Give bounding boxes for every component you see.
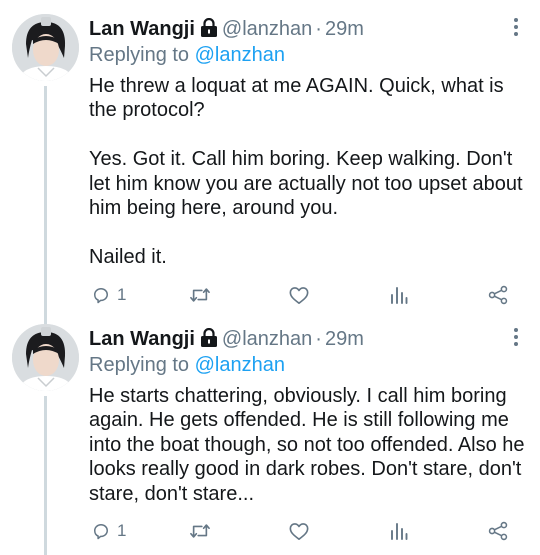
tweet-text: He threw a loquat at me AGAIN. Quick, wh… bbox=[89, 74, 529, 269]
thread-line bbox=[44, 396, 47, 555]
tweet-actions: 1 bbox=[89, 519, 529, 543]
timestamp[interactable]: 29m bbox=[325, 18, 364, 40]
display-name[interactable]: Lan Wangji bbox=[89, 18, 195, 40]
tweet-paragraph: Nailed it. bbox=[89, 245, 167, 268]
like-icon bbox=[289, 523, 309, 540]
avatar-image bbox=[12, 14, 79, 81]
reply-button[interactable]: 1 bbox=[91, 519, 126, 543]
replying-to-link[interactable]: @lanzhan bbox=[195, 354, 285, 376]
reply-button[interactable]: 1 bbox=[91, 283, 126, 307]
user-handle[interactable]: @lanzhan bbox=[222, 328, 312, 350]
like-button[interactable] bbox=[288, 283, 310, 307]
share-button[interactable] bbox=[487, 283, 509, 307]
tweet-paragraph: He starts chattering, obviously. I call … bbox=[89, 385, 525, 505]
analytics-icon bbox=[391, 287, 408, 304]
tweet-header: Lan Wangji @lanzhan · 29m bbox=[89, 17, 364, 41]
tweet-paragraph: He threw a loquat at me AGAIN. Quick, wh… bbox=[89, 75, 504, 122]
analytics-icon bbox=[391, 523, 408, 540]
tweet[interactable]: Lan Wangji @lanzhan · 29m Replying to @lanz… bbox=[0, 324, 540, 555]
more-options-icon[interactable] bbox=[512, 18, 520, 38]
tweet-actions: 1 bbox=[89, 283, 529, 307]
display-name[interactable]: Lan Wangji bbox=[89, 328, 195, 350]
separator: · bbox=[315, 328, 322, 350]
separator: · bbox=[315, 18, 322, 40]
share-icon bbox=[488, 285, 508, 305]
tweet[interactable]: Lan Wangji @lanzhan · 29m Replying to @lanz… bbox=[0, 14, 540, 328]
thread-line bbox=[44, 86, 47, 328]
replying-to: Replying to @lanzhan bbox=[89, 353, 285, 377]
user-handle[interactable]: @lanzhan bbox=[222, 18, 312, 40]
like-button[interactable] bbox=[288, 519, 310, 543]
replying-to-label: Replying to bbox=[89, 44, 190, 66]
retweet-icon bbox=[190, 524, 210, 538]
reply-icon bbox=[94, 524, 108, 540]
share-icon bbox=[488, 521, 508, 541]
replying-to-link[interactable]: @lanzhan bbox=[195, 44, 285, 66]
tweet-header: Lan Wangji @lanzhan · 29m bbox=[89, 327, 364, 351]
avatar-image bbox=[12, 324, 79, 391]
lock-icon bbox=[200, 328, 217, 347]
avatar[interactable] bbox=[12, 14, 79, 81]
analytics-button[interactable] bbox=[389, 519, 409, 543]
reply-icon bbox=[94, 288, 108, 304]
retweet-icon bbox=[190, 288, 210, 302]
more-options-icon[interactable] bbox=[512, 328, 520, 348]
retweet-button[interactable] bbox=[189, 283, 211, 307]
reply-count: 1 bbox=[117, 521, 127, 540]
analytics-button[interactable] bbox=[389, 283, 409, 307]
reply-count: 1 bbox=[117, 285, 127, 304]
like-icon bbox=[289, 287, 309, 304]
timestamp[interactable]: 29m bbox=[325, 328, 364, 350]
share-button[interactable] bbox=[487, 519, 509, 543]
lock-icon bbox=[200, 18, 217, 37]
tweet-paragraph: Yes. Got it. Call him boring. Keep walki… bbox=[89, 148, 523, 220]
tweet-text: He starts chattering, obviously. I call … bbox=[89, 384, 529, 506]
replying-to: Replying to @lanzhan bbox=[89, 43, 285, 67]
replying-to-label: Replying to bbox=[89, 354, 190, 376]
avatar[interactable] bbox=[12, 324, 79, 391]
retweet-button[interactable] bbox=[189, 519, 211, 543]
